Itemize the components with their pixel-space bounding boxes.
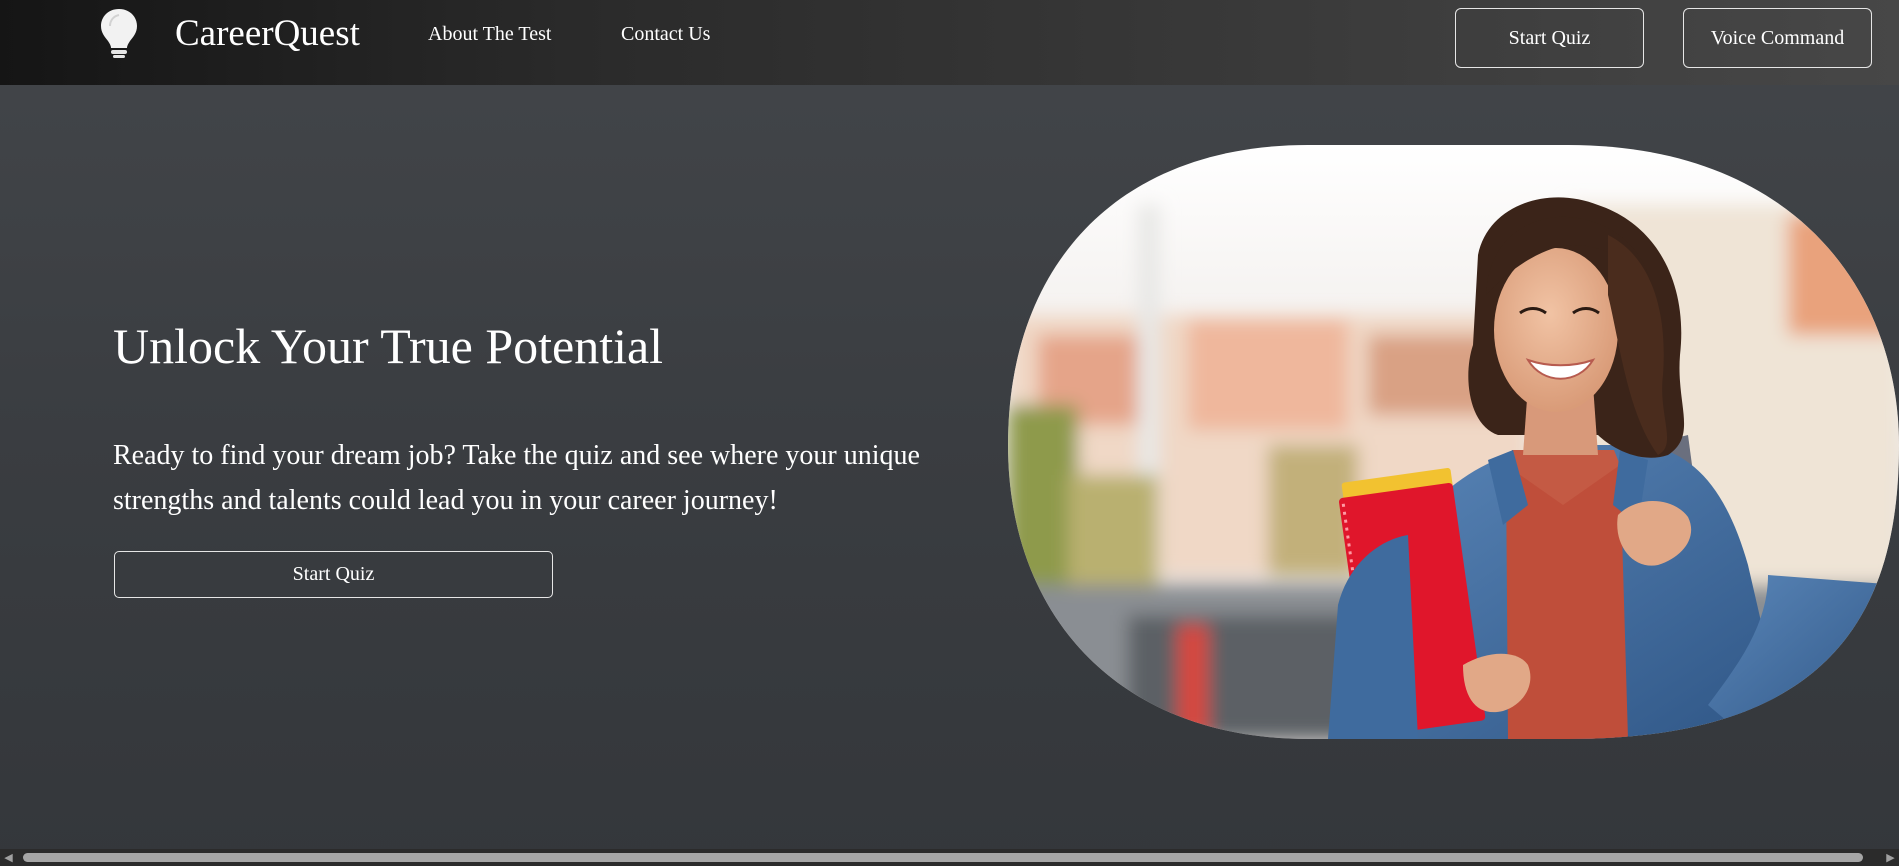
brand-name[interactable]: CareerQuest [175, 12, 360, 56]
hero-title: Unlock Your True Potential [113, 318, 664, 374]
nav-contact-us[interactable]: Contact Us [621, 22, 710, 46]
hero-description: Ready to find your dream job? Take the q… [113, 440, 920, 516]
nav-about-the-test[interactable]: About The Test [428, 22, 551, 46]
triangle-left-icon[interactable]: ◀ [0, 849, 17, 866]
horizontal-scrollbar[interactable]: ◀ ▶ [0, 849, 1899, 866]
triangle-right-icon[interactable]: ▶ [1882, 849, 1899, 866]
hero-start-quiz-button[interactable]: Start Quiz [114, 551, 553, 598]
lightbulb-icon[interactable] [98, 7, 140, 59]
hero-student-image [1008, 145, 1899, 739]
header-start-quiz-button[interactable]: Start Quiz [1455, 8, 1644, 68]
top-navbar: CareerQuest About The Test Contact Us St… [0, 0, 1899, 85]
voice-command-button[interactable]: Voice Command [1683, 8, 1872, 68]
scrollbar-thumb[interactable] [23, 853, 1863, 862]
